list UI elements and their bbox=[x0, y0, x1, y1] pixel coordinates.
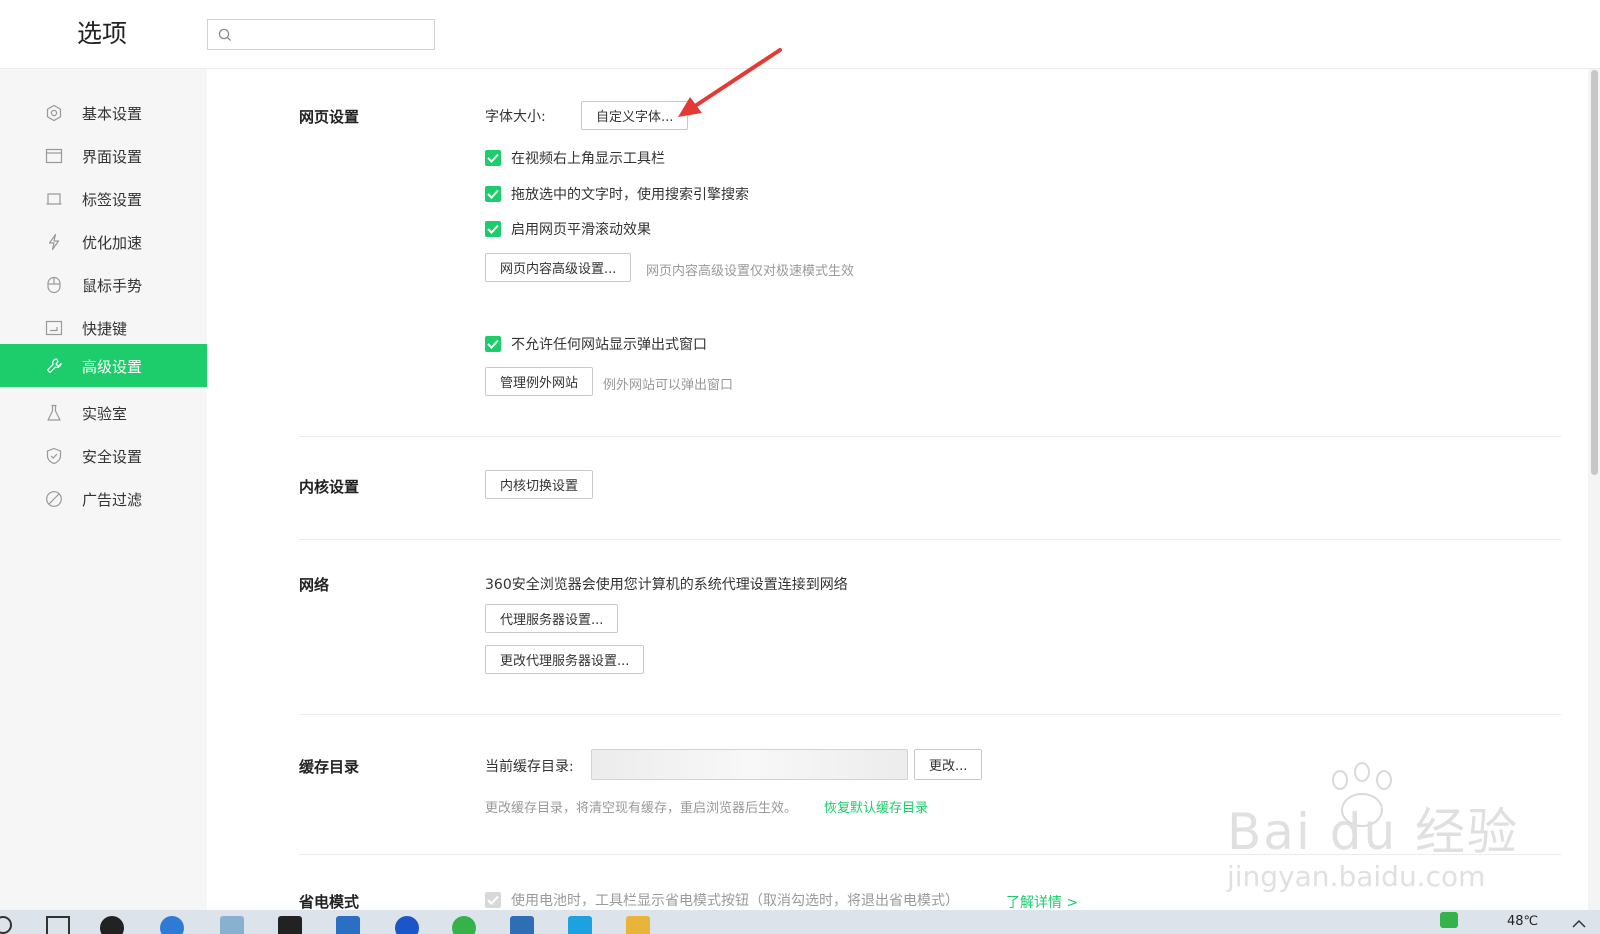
restore-cache-link[interactable]: 恢复默认缓存目录 bbox=[824, 797, 928, 816]
checkbox-block-popups[interactable] bbox=[485, 336, 501, 352]
manage-exceptions-hint: 例外网站可以弹出窗口 bbox=[603, 378, 734, 393]
search-icon bbox=[218, 28, 232, 42]
sidebar-item-basic[interactable]: 基本设置 bbox=[0, 91, 207, 134]
manage-exceptions-button[interactable]: 管理例外网站 bbox=[485, 367, 594, 396]
sidebar-item-advanced[interactable]: 高级设置 bbox=[0, 344, 207, 387]
sidebar-item-shortcuts[interactable]: 快捷键 bbox=[0, 306, 207, 349]
ie-browser-icon[interactable] bbox=[160, 916, 184, 934]
tab-icon bbox=[46, 193, 62, 205]
proxy-settings-button[interactable]: 代理服务器设置... bbox=[485, 604, 619, 633]
kernel-switch-button[interactable]: 内核切换设置 bbox=[485, 470, 594, 499]
sidebar-item-label: 界面设置 bbox=[82, 148, 143, 166]
sidebar-item-security[interactable]: 安全设置 bbox=[0, 434, 207, 477]
window-icon bbox=[45, 148, 63, 164]
header: 选项 bbox=[0, 0, 1600, 69]
section-title-cache: 缓存目录 bbox=[299, 758, 360, 776]
cache-path-field[interactable] bbox=[591, 749, 908, 780]
check-row-smooth-scroll[interactable]: 启用网页平滑滚动效果 bbox=[485, 219, 651, 239]
keyboard-icon bbox=[45, 320, 63, 336]
search-icon[interactable] bbox=[0, 916, 12, 934]
sidebar-item-label: 安全设置 bbox=[82, 448, 143, 466]
sidebar-item-label: 高级设置 bbox=[82, 358, 143, 376]
app-s-icon[interactable] bbox=[510, 916, 534, 934]
task-view-icon[interactable] bbox=[46, 916, 70, 934]
section-divider bbox=[299, 714, 1561, 715]
taskbar: 48℃ bbox=[0, 910, 1600, 934]
shield-icon bbox=[46, 447, 62, 465]
folder-icon[interactable] bbox=[626, 916, 650, 934]
sidebar-item-label: 标签设置 bbox=[82, 191, 143, 209]
sidebar-item-mouse-gesture[interactable]: 鼠标手势 bbox=[0, 263, 207, 306]
sidebar-item-label: 鼠标手势 bbox=[82, 277, 143, 295]
sidebar-item-label: 实验室 bbox=[82, 405, 128, 423]
tray-app-icon[interactable] bbox=[1440, 912, 1458, 928]
gear-icon bbox=[46, 104, 62, 122]
check-label: 不允许任何网站显示弹出式窗口 bbox=[511, 337, 707, 353]
network-description: 360安全浏览器会使用您计算机的系统代理设置连接到网络 bbox=[485, 577, 848, 593]
checkbox-battery[interactable] bbox=[485, 892, 501, 908]
app-blue-icon[interactable] bbox=[395, 916, 419, 934]
checkbox-smooth-scroll[interactable] bbox=[485, 221, 501, 237]
section-title-webpage: 网页设置 bbox=[299, 108, 360, 126]
check-row-battery[interactable]: 使用电池时，工具栏显示省电模式按钮（取消勾选时，将退出省电模式） bbox=[485, 890, 959, 910]
section-title-network: 网络 bbox=[299, 576, 330, 594]
check-row-block-popups[interactable]: 不允许任何网站显示弹出式窗口 bbox=[485, 334, 707, 354]
search-input[interactable] bbox=[238, 25, 432, 47]
learn-more-link[interactable]: 了解详情 > bbox=[1006, 892, 1078, 912]
sidebar-item-label: 快捷键 bbox=[82, 320, 128, 338]
checkbox-video-toolbar[interactable] bbox=[485, 150, 501, 166]
app-fan-icon[interactable] bbox=[100, 916, 124, 934]
check-label: 在视频右上角显示工具栏 bbox=[511, 151, 665, 167]
sidebar-item-label: 广告过滤 bbox=[82, 491, 143, 509]
cache-note: 更改缓存目录，将清空现有缓存，重启浏览器后生效。 bbox=[485, 801, 798, 816]
sidebar-item-interface[interactable]: 界面设置 bbox=[0, 134, 207, 177]
search-box[interactable] bbox=[207, 19, 435, 50]
store-icon[interactable] bbox=[278, 916, 302, 934]
check-label: 拖放选中的文字时，使用搜索引擎搜索 bbox=[511, 187, 749, 203]
360-browser-icon[interactable] bbox=[452, 916, 476, 934]
app-square-icon[interactable] bbox=[568, 916, 592, 934]
section-title-kernel: 内核设置 bbox=[299, 478, 360, 496]
advanced-content-button[interactable]: 网页内容高级设置... bbox=[485, 253, 632, 282]
sidebar-item-tabs[interactable]: 标签设置 bbox=[0, 177, 207, 220]
app-icon[interactable] bbox=[220, 916, 244, 934]
annotation-arrow-icon bbox=[678, 48, 782, 117]
sidebar-item-label: 基本设置 bbox=[82, 105, 143, 123]
check-row-video-toolbar[interactable]: 在视频右上角显示工具栏 bbox=[485, 148, 665, 168]
change-proxy-button[interactable]: 更改代理服务器设置... bbox=[485, 645, 645, 674]
flask-icon bbox=[47, 404, 61, 421]
check-label: 启用网页平滑滚动效果 bbox=[511, 222, 651, 238]
mouse-icon bbox=[47, 276, 61, 294]
current-cache-label: 当前缓存目录: bbox=[485, 759, 574, 775]
sidebar-item-optimize[interactable]: 优化加速 bbox=[0, 220, 207, 263]
page-title: 选项 bbox=[77, 19, 128, 48]
check-row-drag-search[interactable]: 拖放选中的文字时，使用搜索引擎搜索 bbox=[485, 184, 749, 204]
check-label: 使用电池时，工具栏显示省电模式按钮（取消勾选时，将退出省电模式） bbox=[511, 893, 959, 909]
section-divider bbox=[299, 539, 1561, 540]
taskbar-temperature: 48℃ bbox=[1507, 914, 1539, 929]
section-title-power: 省电模式 bbox=[299, 893, 360, 911]
change-cache-button[interactable]: 更改... bbox=[914, 749, 983, 780]
section-divider bbox=[299, 854, 1561, 855]
chevron-up-icon[interactable] bbox=[1572, 918, 1586, 928]
sidebar: 基本设置 界面设置 标签设置 优化加速 鼠标手势 快捷键 高级设置 实验室 安全… bbox=[0, 69, 207, 934]
wrench-icon bbox=[46, 358, 62, 374]
checkbox-drag-search[interactable] bbox=[485, 186, 501, 202]
scrollbar-thumb[interactable] bbox=[1591, 70, 1598, 475]
mail-icon[interactable] bbox=[336, 916, 360, 934]
sidebar-item-lab[interactable]: 实验室 bbox=[0, 391, 207, 434]
section-divider bbox=[299, 436, 1561, 437]
block-icon bbox=[46, 491, 62, 507]
sidebar-item-label: 优化加速 bbox=[82, 234, 143, 252]
lightning-icon bbox=[48, 233, 60, 251]
font-size-label: 字体大小: bbox=[485, 109, 546, 125]
advanced-content-hint: 网页内容高级设置仅对极速模式生效 bbox=[646, 264, 855, 279]
sidebar-item-adblock[interactable]: 广告过滤 bbox=[0, 477, 207, 520]
